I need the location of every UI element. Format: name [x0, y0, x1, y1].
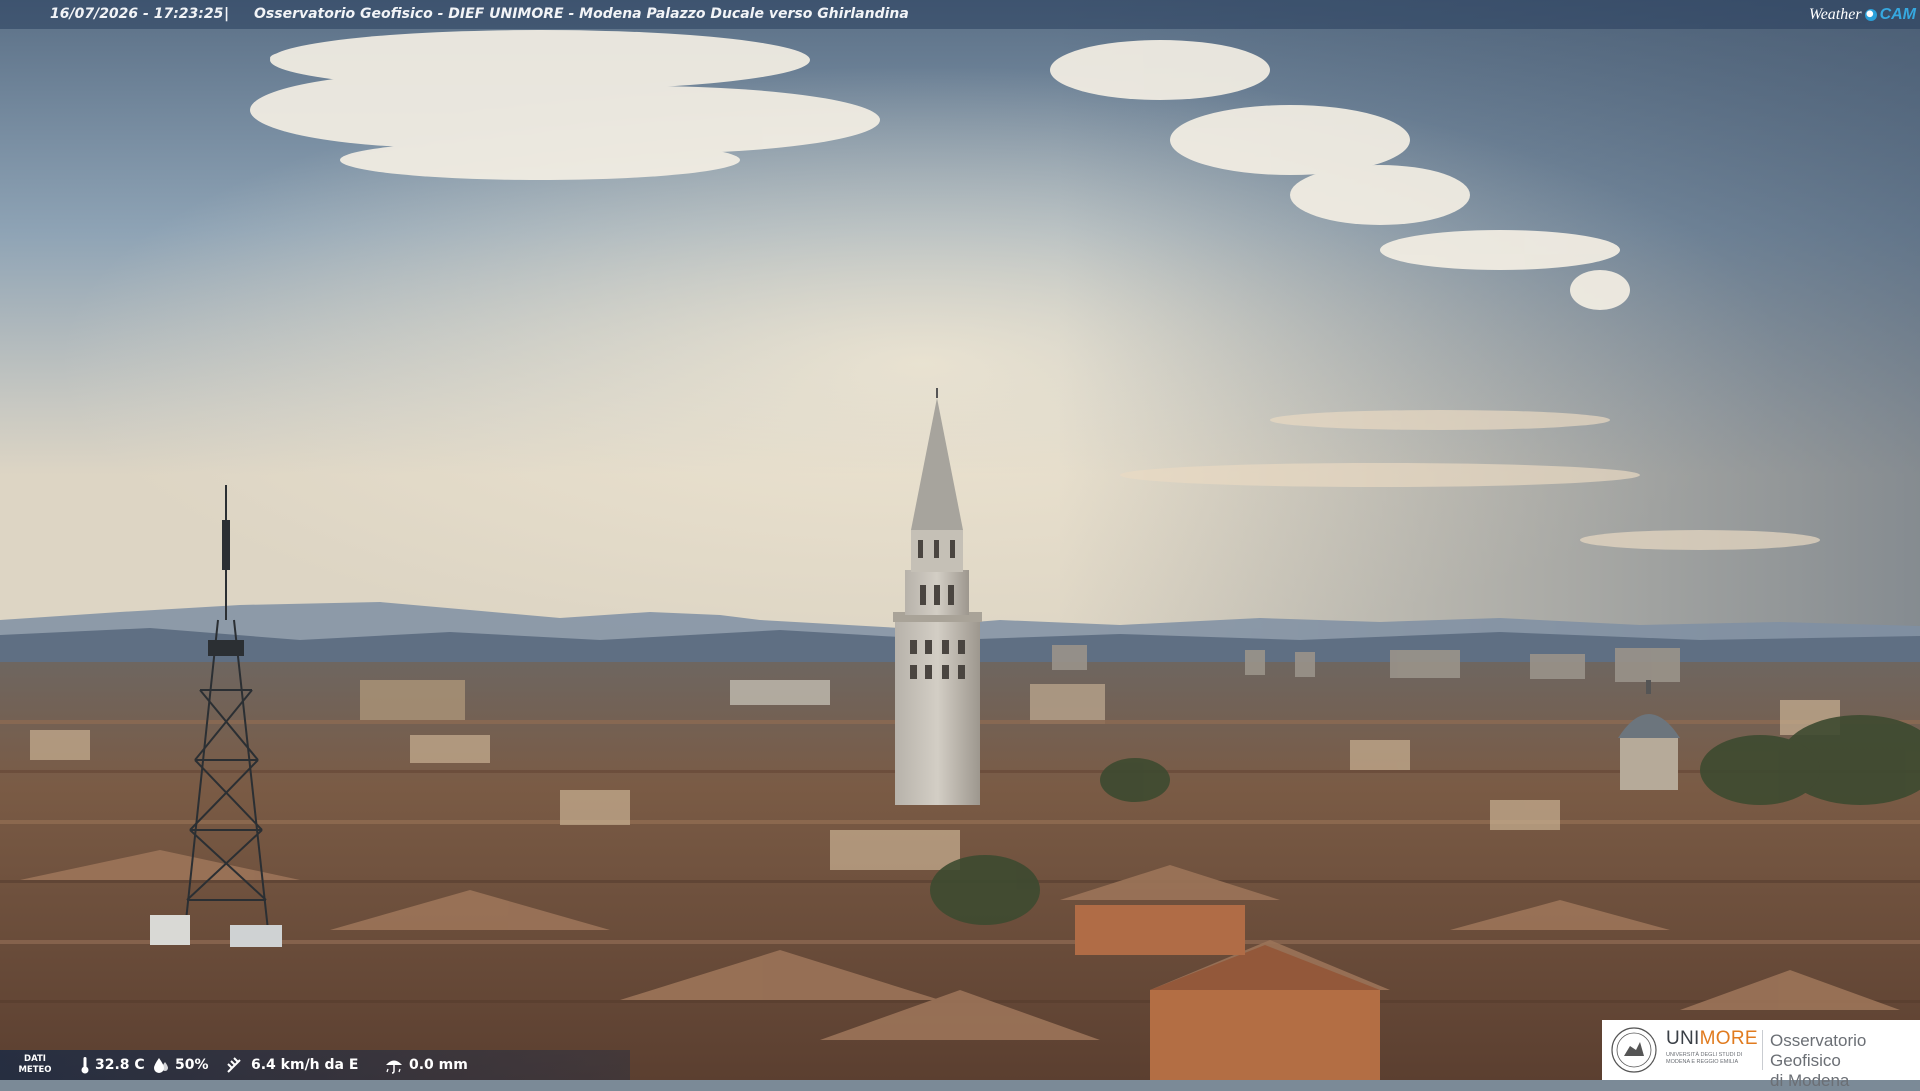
- weathercam-logo-right: CAM: [1879, 6, 1916, 23]
- observatory-name: Osservatorio Geofisico di Modena: [1770, 1031, 1867, 1090]
- thermometer-icon: [81, 1057, 89, 1074]
- unimore-seal-icon: [1611, 1027, 1657, 1073]
- humidity-drop-icon: [154, 1058, 168, 1073]
- temperature-readout: 32.8 C: [80, 1050, 145, 1080]
- separator: |: [224, 6, 230, 22]
- timestamp: 16/07/2026 - 17:23:25: [50, 6, 224, 22]
- weather-data-strip: DATI METEO 32.8 C 50% 6.4 km/h da E 0.0 …: [0, 1050, 630, 1080]
- webcam-scene: [0, 0, 1920, 1080]
- rain-icon: [386, 1060, 402, 1074]
- wind-value: 6.4 km/h da E: [251, 1057, 359, 1073]
- humidity-readout: 50%: [152, 1050, 209, 1080]
- weathercam-logo: Weather CAM: [1809, 0, 1916, 29]
- unimore-logo-box: UNIMORE UNIVERSITÀ DEGLI STUDI DI MODENA…: [1602, 1020, 1920, 1090]
- weathercam-dot-icon: [1864, 8, 1877, 21]
- camera-caption: Osservatorio Geofisico - DIEF UNIMORE - …: [254, 6, 909, 22]
- humidity-value: 50%: [175, 1057, 209, 1073]
- rain-readout: 0.0 mm: [384, 1050, 468, 1080]
- top-caption-bar: 16/07/2026 - 17:23:25 | Osservatorio Geo…: [0, 0, 1920, 29]
- wind-readout: 6.4 km/h da E: [226, 1050, 358, 1080]
- rain-value: 0.0 mm: [409, 1057, 468, 1073]
- wind-icon: [227, 1057, 241, 1073]
- weathercam-logo-left: Weather: [1808, 6, 1862, 23]
- unimore-subtitle: UNIVERSITÀ DEGLI STUDI DI MODENA E REGGI…: [1666, 1052, 1743, 1065]
- unimore-wordmark: UNIMORE: [1666, 1028, 1758, 1049]
- dati-meteo-label: DATI METEO: [18, 1054, 52, 1075]
- temperature-value: 32.8 C: [95, 1057, 145, 1073]
- logo-divider: [1762, 1030, 1763, 1070]
